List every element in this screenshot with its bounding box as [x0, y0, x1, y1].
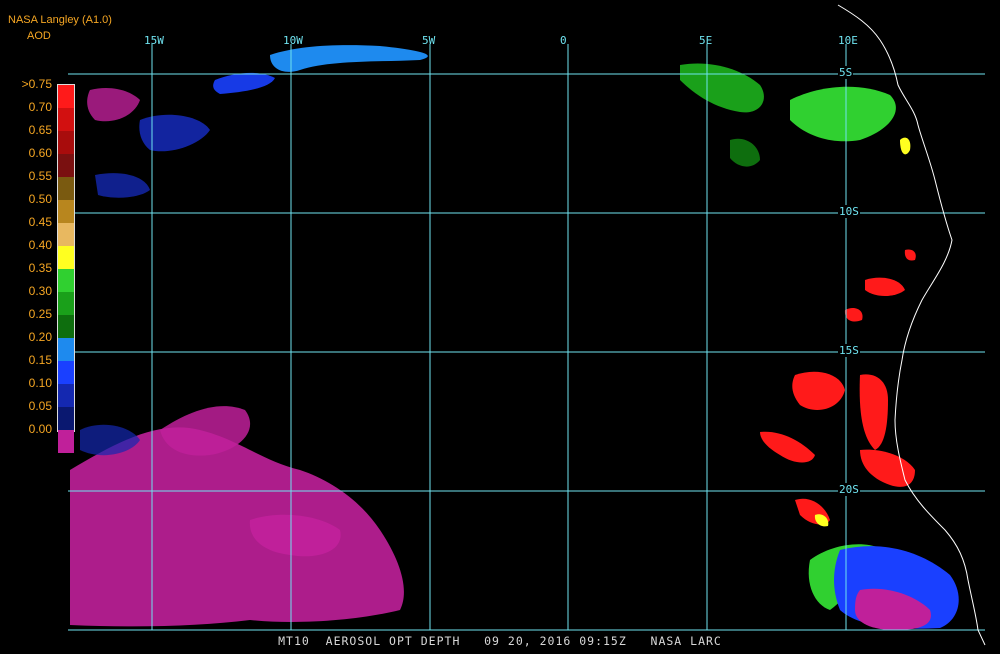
legend-swatch — [58, 246, 74, 269]
latitude-label: 10S — [838, 205, 860, 218]
legend-label: 0.10 — [28, 376, 52, 390]
longitude-label: 10W — [283, 34, 303, 47]
legend-label: 0.50 — [28, 192, 52, 206]
legend-label: 0.60 — [28, 146, 52, 160]
product-label: AOD — [27, 30, 51, 42]
aod-map: NASA Langley (A1.0) AOD >0.75 0.70 0.65 0.6… — [0, 0, 1000, 650]
legend-label: 0.30 — [28, 284, 52, 298]
legend-label: >0.75 — [21, 77, 52, 91]
legend-label: 0.05 — [28, 399, 52, 413]
legend-swatch — [58, 131, 74, 154]
longitude-label: 10E — [838, 34, 858, 47]
legend-swatch — [58, 154, 74, 177]
footer-caption: MT10 AEROSOL OPT DEPTH 09 20, 2016 09:15… — [278, 634, 722, 648]
legend-swatch — [58, 384, 74, 407]
legend-label: 0.20 — [28, 330, 52, 344]
latitude-label: 20S — [838, 483, 860, 496]
longitude-label: 0 — [560, 34, 567, 47]
legend-swatch — [58, 177, 74, 200]
legend-colorbar — [57, 84, 75, 453]
legend-swatch — [58, 108, 74, 131]
longitude-label: 15W — [144, 34, 164, 47]
legend-swatch — [58, 315, 74, 338]
legend-swatch — [58, 407, 74, 430]
longitude-label: 5E — [699, 34, 713, 47]
legend-swatch — [58, 269, 74, 292]
longitude-label: 5W — [422, 34, 436, 47]
source-label: NASA Langley (A1.0) — [8, 14, 112, 26]
legend-swatch — [58, 85, 74, 108]
legend-swatch — [58, 292, 74, 315]
legend-label: 0.55 — [28, 169, 52, 183]
legend-swatch — [58, 200, 74, 223]
latitude-label: 15S — [838, 344, 860, 357]
legend-label: 0.00 — [28, 422, 52, 436]
legend-label: 0.45 — [28, 215, 52, 229]
legend-swatch — [58, 430, 74, 453]
legend-label: 0.70 — [28, 100, 52, 114]
legend-label: 0.25 — [28, 307, 52, 321]
latitude-label: 5S — [838, 66, 854, 79]
legend-swatch — [58, 361, 74, 384]
legend-label: 0.15 — [28, 353, 52, 367]
map-canvas — [0, 0, 1000, 650]
legend-label: 0.40 — [28, 238, 52, 252]
legend-label: 0.65 — [28, 123, 52, 137]
legend-swatch — [58, 338, 74, 361]
legend-swatch — [58, 223, 74, 246]
legend-label: 0.35 — [28, 261, 52, 275]
